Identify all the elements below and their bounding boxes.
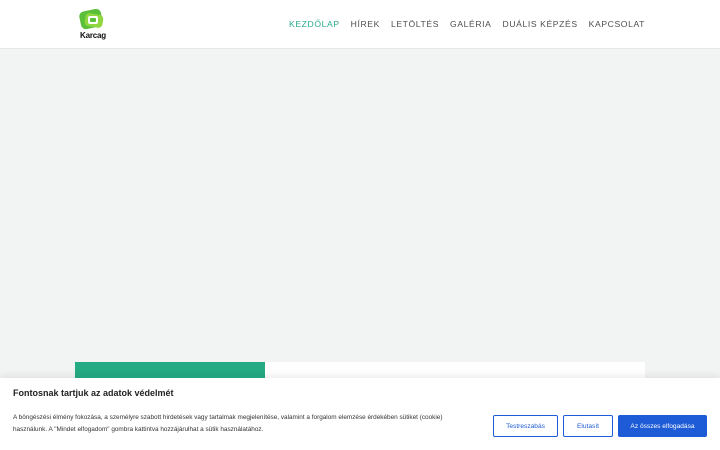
nav-item-dualis-kepzes[interactable]: DUÁLIS KÉPZÉS: [503, 19, 578, 29]
customize-button[interactable]: Testreszabás: [493, 415, 558, 437]
cookie-text: A böngészési élmény fokozása, a személyr…: [13, 414, 443, 433]
karcag-logo[interactable]: Karcag: [76, 8, 110, 42]
hero-slider-area: [0, 50, 720, 362]
nav-item-kezdolap[interactable]: KEZDŐLAP: [289, 19, 340, 29]
nav-item-galeria[interactable]: GALÉRIA: [450, 19, 491, 29]
site-header: Karcag KEZDŐLAP HÍREK LETÖLTÉS GALÉRIA D…: [0, 0, 720, 49]
reject-button[interactable]: Elutasít: [563, 415, 613, 437]
nav-item-hirek[interactable]: HÍREK: [351, 19, 380, 29]
main-nav: KEZDŐLAP HÍREK LETÖLTÉS GALÉRIA DUÁLIS K…: [289, 19, 645, 29]
logo-text: Karcag: [80, 31, 106, 40]
cookie-title: Fontosnak tartjuk az adatok védelmét: [13, 388, 174, 398]
accept-all-button[interactable]: Az összes elfogadása: [618, 415, 707, 437]
nav-item-kapcsolat[interactable]: KAPCSOLAT: [589, 19, 645, 29]
cookie-consent-banner: Fontosnak tartjuk az adatok védelmét A b…: [0, 378, 720, 450]
nav-item-letoltes[interactable]: LETÖLTÉS: [391, 19, 439, 29]
logo-mark-icon: [79, 8, 104, 30]
